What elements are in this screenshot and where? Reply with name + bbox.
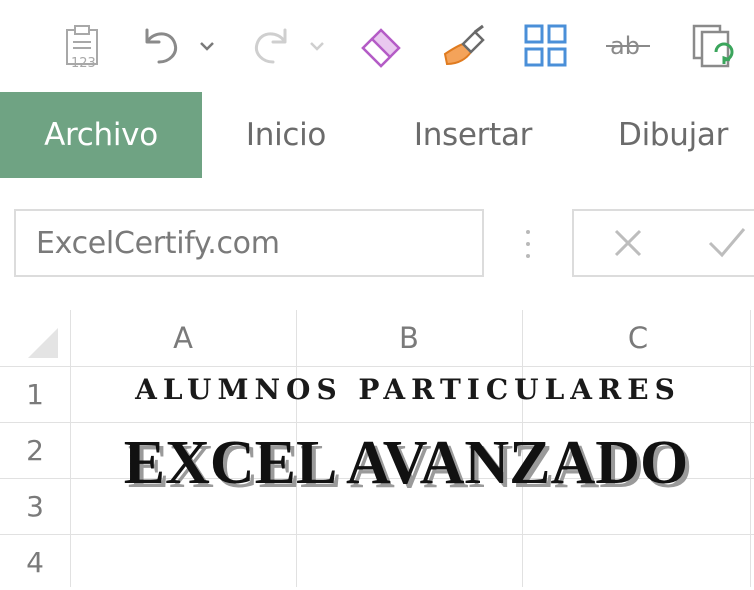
checkmark-icon[interactable] bbox=[706, 225, 746, 265]
select-all-corner[interactable] bbox=[0, 310, 70, 366]
formula-controls bbox=[572, 209, 754, 277]
tab-inicio[interactable]: Inicio bbox=[202, 92, 370, 178]
column-header-c[interactable]: C bbox=[522, 310, 754, 366]
tab-archivo[interactable]: Archivo bbox=[0, 92, 202, 178]
column-header-b[interactable]: B bbox=[296, 310, 522, 366]
splitter-handle[interactable] bbox=[524, 226, 532, 262]
name-box-value: ExcelCertify.com bbox=[36, 225, 280, 261]
paste-values-icon[interactable]: 123 bbox=[60, 22, 106, 70]
column-label: B bbox=[399, 321, 419, 355]
quick-access-toolbar: 123 ab bbox=[0, 0, 754, 92]
tab-insertar[interactable]: Insertar bbox=[370, 92, 576, 178]
grid-layout-icon[interactable] bbox=[522, 22, 570, 70]
formula-bar: ExcelCertify.com bbox=[0, 178, 754, 300]
row-header-4[interactable]: 4 bbox=[0, 534, 70, 590]
undo-dropdown-icon[interactable] bbox=[196, 22, 218, 70]
name-box[interactable]: ExcelCertify.com bbox=[14, 209, 484, 277]
strikethrough-icon[interactable]: ab bbox=[604, 22, 652, 70]
paste-values-label: 123 bbox=[71, 56, 96, 70]
grid-line bbox=[0, 366, 754, 367]
redo-dropdown-icon[interactable] bbox=[306, 22, 328, 70]
redo-icon[interactable] bbox=[248, 22, 294, 70]
grid-line bbox=[0, 422, 754, 423]
close-icon[interactable] bbox=[610, 225, 646, 265]
column-header-a[interactable]: A bbox=[70, 310, 296, 366]
format-painter-icon[interactable] bbox=[440, 22, 490, 70]
copy-refresh-icon[interactable] bbox=[690, 22, 740, 70]
grid-line bbox=[0, 534, 754, 535]
column-label: C bbox=[627, 321, 649, 355]
column-label: A bbox=[173, 321, 193, 355]
tab-label: Inicio bbox=[245, 117, 327, 153]
banner-title: EXCEL AVANZADO bbox=[123, 429, 689, 497]
banner-subtitle: ALUMNOS PARTICULARES bbox=[135, 373, 681, 406]
tab-label: Dibujar bbox=[618, 117, 729, 153]
tab-label: Archivo bbox=[44, 117, 158, 153]
tab-label: Insertar bbox=[413, 117, 533, 153]
undo-icon[interactable] bbox=[138, 22, 184, 70]
row-label: 4 bbox=[26, 545, 44, 579]
ribbon-tabs: Archivo Inicio Insertar Dibujar bbox=[0, 92, 754, 179]
clear-formats-icon[interactable] bbox=[356, 22, 406, 70]
tab-dibujar[interactable]: Dibujar bbox=[590, 92, 754, 178]
